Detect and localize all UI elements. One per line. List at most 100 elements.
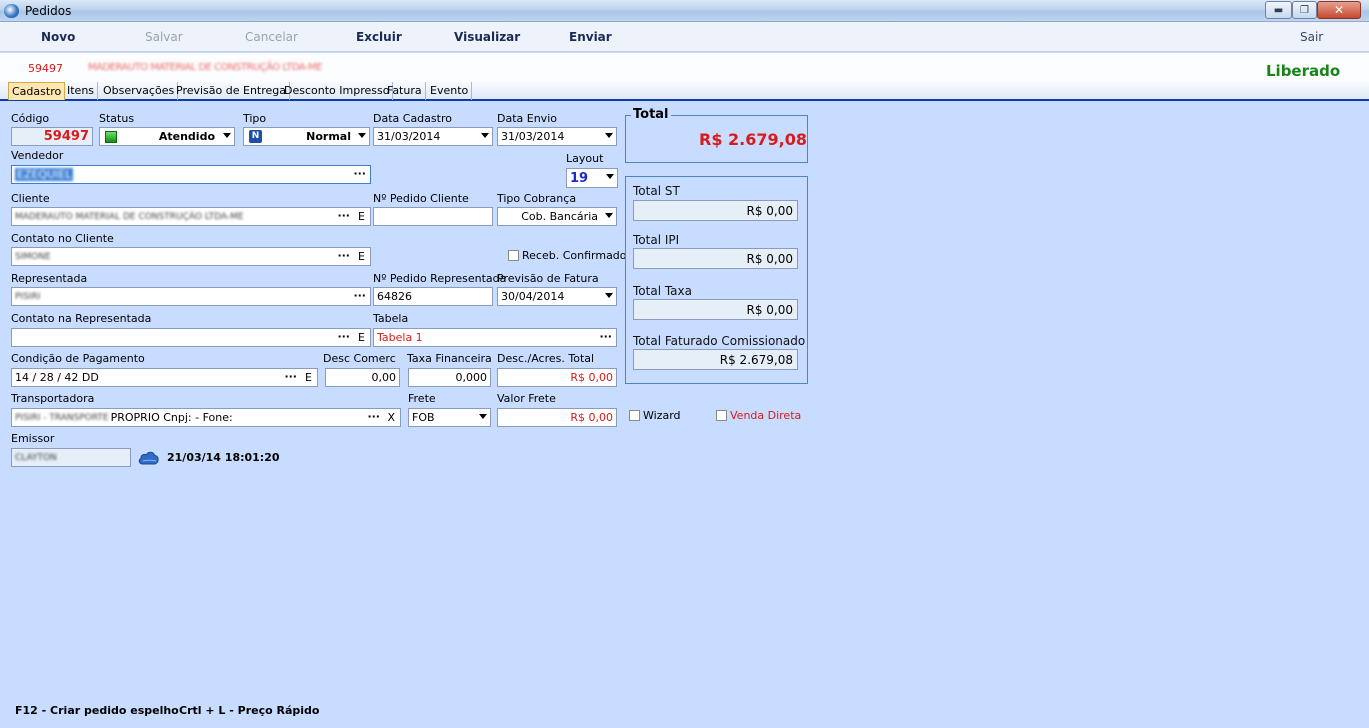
tab-previsao-entrega[interactable]: Previsão de Entrega [173,82,291,100]
total-st-label: Total ST [633,184,680,198]
total-st-value: R$ 0,00 [633,200,798,221]
wizard-label: Wizard [643,409,681,422]
emissor-label: Emissor [11,432,55,445]
window-title-bar: Pedidos ▬ ❐ ✕ [0,0,1369,22]
chevron-down-icon [481,133,489,138]
frete-label: Frete [408,392,436,405]
chevron-down-icon [605,213,613,218]
clear-transportadora-button[interactable]: X [387,411,395,424]
ellipsis-button[interactable]: ··· [284,370,297,383]
tipo-cobranca-label: Tipo Cobrança [497,192,577,205]
ellipsis-button[interactable]: ··· [337,330,350,343]
ellipsis-button[interactable]: ··· [353,289,366,302]
data-cadastro-field[interactable]: 31/03/2014 [373,127,493,146]
transportadora-hidden-value: PISIRI - TRANSPORTE [15,412,109,423]
cliente-field[interactable]: MADERAUTO MATERIAL DE CONSTRUÇÃO LTDA-ME… [11,207,371,226]
total-faturado-label: Total Faturado Comissionado [633,334,806,348]
ellipsis-button[interactable]: ··· [337,249,350,262]
contato-cliente-field[interactable]: SIMONE ··· E [11,247,371,266]
tipo-select[interactable]: N Normal [243,127,370,146]
enviar-button[interactable]: Enviar [569,30,612,44]
tipo-cobranca-value: Cob. Bancária [521,210,598,223]
order-client-name: MADERAUTO MATERIAL DE CONSTRUÇÃO LTDA-ME [88,62,322,73]
excluir-button[interactable]: Excluir [356,30,402,44]
window-title: Pedidos [25,4,72,18]
cancelar-button[interactable]: Cancelar [245,30,298,44]
vendedor-value: EZEQUIEL [15,168,74,181]
shortcut-ctrl-l-hint: Crtl + L - Preço Rápido [179,704,320,717]
vendedor-field[interactable]: EZEQUIEL ··· [11,165,371,184]
tabela-label: Tabela [373,312,409,325]
venda-direta-label: Venda Direta [730,409,802,422]
edit-condicao-button[interactable]: E [305,371,312,384]
tab-itens[interactable]: Itens [64,82,99,100]
chevron-down-icon [605,133,613,138]
pedido-representada-input[interactable]: 64826 [373,287,493,306]
ellipsis-button[interactable]: ··· [367,410,380,423]
novo-button[interactable]: Novo [41,30,75,44]
maximize-button[interactable]: ❐ [1292,1,1317,19]
edit-contato-representada-button[interactable]: E [358,331,365,344]
data-envio-field[interactable]: 31/03/2014 [497,127,617,146]
order-header: 59497 MADERAUTO MATERIAL DE CONSTRUÇÃO L… [0,53,1369,82]
contato-cliente-label: Contato no Cliente [11,232,114,245]
taxa-financeira-input[interactable]: 0,000 [408,368,491,387]
cloud-icon[interactable] [137,448,161,466]
representada-value: PISIRI [15,291,41,302]
transportadora-label: Transportadora [11,392,95,405]
frete-select[interactable]: FOB [408,408,491,427]
pedido-cliente-input[interactable] [373,207,493,226]
close-button[interactable]: ✕ [1317,1,1361,19]
taxa-financeira-label: Taxa Financeira [407,352,492,365]
chevron-down-icon [223,133,231,138]
status-select[interactable]: Atendido [99,127,235,146]
visualizar-button[interactable]: Visualizar [454,30,520,44]
data-envio-label: Data Envio [497,112,557,125]
tabela-value: Tabela 1 [377,331,423,344]
representada-field[interactable]: PISIRI ··· [11,287,371,306]
tab-fatura[interactable]: Fatura [384,82,426,100]
desc-acres-input[interactable]: R$ 0,00 [497,368,617,387]
vendedor-label: Vendedor [11,149,64,162]
transportadora-field[interactable]: PISIRI - TRANSPORTE PROPRIO Cnpj: - Fone… [11,408,401,427]
condicao-pagamento-value: 14 / 28 / 42 DD [15,371,99,384]
tipo-cobranca-select[interactable]: Cob. Bancária [497,207,617,226]
status-green-icon [105,131,117,143]
condicao-pagamento-field[interactable]: 14 / 28 / 42 DD ··· E [11,368,318,387]
tab-observacoes[interactable]: Observações [100,82,179,100]
data-envio-value: 31/03/2014 [501,130,565,143]
status-value: Atendido [158,130,215,143]
layout-select[interactable]: 19 [566,168,618,188]
total-taxa-label: Total Taxa [633,284,692,298]
edit-contato-cliente-button[interactable]: E [358,250,365,263]
total-ipi-value: R$ 0,00 [633,248,798,269]
valor-frete-label: Valor Frete [497,392,556,405]
desc-acres-label: Desc./Acres. Total [497,352,595,365]
minimize-button[interactable]: ▬ [1265,1,1292,19]
contato-representada-field[interactable]: ··· E [11,328,371,347]
valor-frete-input[interactable]: R$ 0,00 [497,408,617,427]
contato-representada-label: Contato na Representada [11,312,152,325]
tab-desconto-impresso[interactable]: Desconto Impresso [281,82,394,100]
desc-comerc-input[interactable]: 0,00 [325,368,400,387]
sair-button[interactable]: Sair [1300,30,1323,44]
transportadora-value: PROPRIO Cnpj: - Fone: [110,411,233,424]
salvar-button[interactable]: Salvar [145,30,183,44]
ellipsis-button[interactable]: ··· [337,209,350,222]
ellipsis-button[interactable]: ··· [599,330,612,343]
toolbar: Novo Salvar Cancelar Excluir Visualizar … [0,22,1369,52]
edit-cliente-button[interactable]: E [358,210,365,223]
previsao-fatura-label: Previsão de Fatura [497,272,599,285]
tab-bar: Cadastro Itens Observações Previsão de E… [0,82,1369,101]
ellipsis-button[interactable]: ··· [353,167,366,180]
tab-evento[interactable]: Evento [427,82,473,100]
receb-confirmado-checkbox[interactable] [508,250,519,261]
contato-cliente-value: SIMONE [15,251,51,262]
venda-direta-checkbox[interactable] [716,410,727,421]
previsao-fatura-field[interactable]: 30/04/2014 [497,287,617,306]
emissor-value: CLAYTON [15,452,57,463]
order-status: Liberado [1266,62,1341,80]
wizard-checkbox[interactable] [629,410,640,421]
tabela-field[interactable]: Tabela 1 ··· [373,328,617,347]
tab-cadastro[interactable]: Cadastro [8,82,66,100]
